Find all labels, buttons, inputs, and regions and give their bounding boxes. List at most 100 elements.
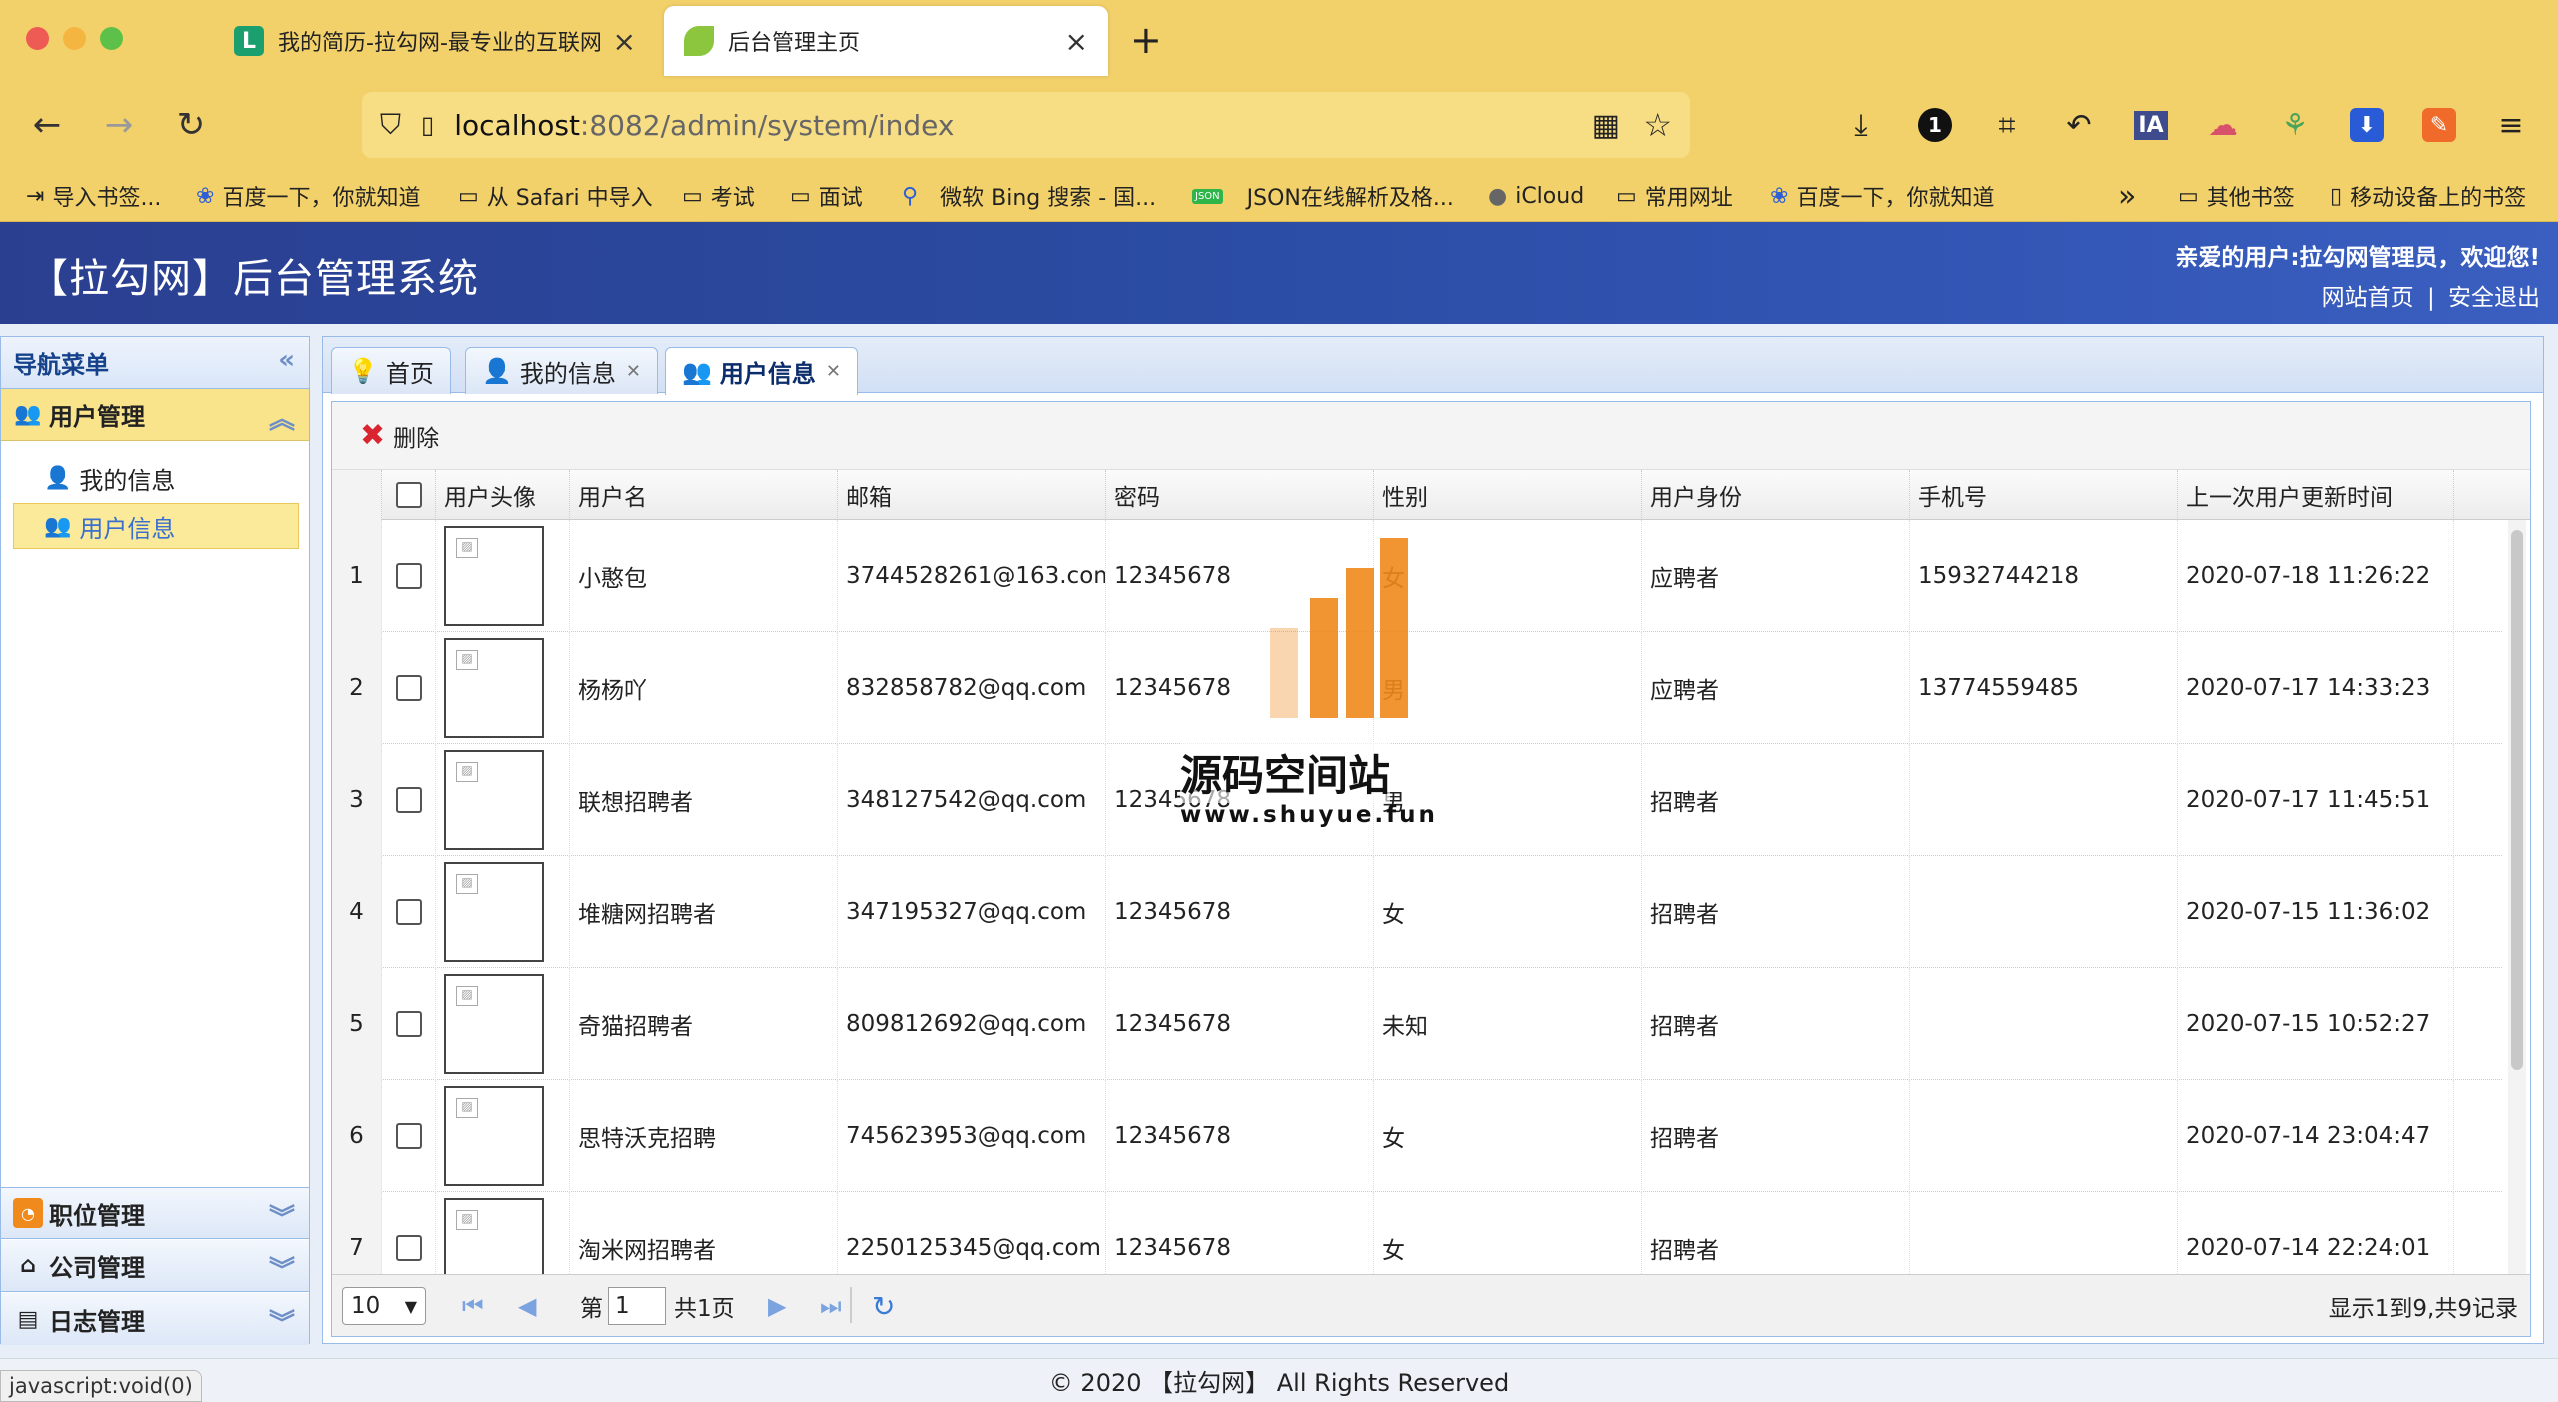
bookmark-item[interactable]: ▯ 移动设备上的书签	[2330, 178, 2526, 214]
page-size-select[interactable]: 10 ▼	[342, 1287, 426, 1325]
menu-icon[interactable]: ≡	[2488, 102, 2534, 148]
cell-n: 1	[332, 520, 382, 632]
bookmark-item[interactable]: ▭ 面试	[790, 178, 863, 214]
bookmark-item[interactable]: ▭ 考试	[682, 178, 755, 214]
browser-tab-admin[interactable]: 后台管理主页 ×	[664, 6, 1108, 76]
row-checkbox[interactable]	[395, 563, 422, 589]
table-row[interactable]: 7 ▨ 淘米网招聘者 2250125345@qq.com 12345678 女招聘者 202…	[332, 1192, 2502, 1274]
table-row[interactable]: 3 ▨ 联想招聘者 348127542@qq.com 12345678 男招聘者 2020-…	[332, 744, 2502, 856]
download-manager-icon[interactable]: ⬇	[2350, 108, 2384, 142]
onepassword-icon[interactable]: 1	[1918, 108, 1952, 142]
chevron-up-icon[interactable]: ︽	[269, 399, 295, 436]
sidebar-group-company-management[interactable]: ⌂ 公司管理 ︾	[1, 1240, 309, 1292]
column-header[interactable]: 用户头像	[436, 470, 570, 520]
page-number-input[interactable]: 1	[608, 1287, 666, 1325]
column-header[interactable]: 手机号	[1910, 470, 2178, 520]
chevron-down-icon[interactable]: ︾	[269, 1250, 295, 1287]
logout-link[interactable]: 安全退出	[2448, 285, 2540, 311]
ia-extension-icon[interactable]: IA	[2134, 110, 2168, 140]
row-checkbox[interactable]	[395, 1123, 422, 1149]
delete-icon[interactable]: ✖	[360, 418, 385, 453]
column-header[interactable]: 性别	[1374, 470, 1642, 520]
delete-button[interactable]: 删除	[393, 419, 439, 453]
chevron-down-icon[interactable]: ︾	[269, 1198, 295, 1235]
browser-tab-resume[interactable]: L 我的简历-拉勾网-最专业的互联网招聘 ×	[214, 6, 656, 76]
sidebar-item-user-info[interactable]: 👥 用户信息	[13, 503, 299, 549]
cell-sex: 女	[1374, 856, 1642, 968]
tab-user-info[interactable]: 👥 用户信息 ✕	[665, 347, 858, 395]
column-header[interactable]: 邮箱	[838, 470, 1106, 520]
row-checkbox[interactable]	[395, 787, 422, 813]
select-all-checkbox[interactable]	[395, 482, 422, 508]
column-header[interactable]: 用户身份	[1642, 470, 1910, 520]
maximize-window-icon[interactable]	[100, 27, 123, 50]
close-tab-icon[interactable]: ✕	[626, 361, 641, 382]
shield-icon[interactable]: ⛉	[380, 108, 401, 142]
table-row[interactable]: 2 ▨ 杨杨吖 832858782@qq.com 12345678 男应聘者 1377455…	[332, 632, 2502, 744]
map-extension-icon[interactable]: ⚘	[2272, 102, 2318, 148]
scrollbar-thumb[interactable]	[2511, 530, 2523, 1070]
prev-page-icon[interactable]: ◀	[518, 1287, 536, 1325]
new-tab-icon[interactable]: +	[1130, 18, 1162, 62]
tab-home[interactable]: 💡 首页	[331, 347, 451, 394]
page-icon[interactable]: ▯	[421, 111, 434, 139]
bookmark-item[interactable]: ⚲ 微软 Bing 搜索 - 国...	[902, 178, 1156, 214]
close-tab-icon[interactable]: ✕	[826, 361, 841, 382]
cloud-extension-icon[interactable]: ☁	[2200, 102, 2246, 148]
apple-icon: ●	[1488, 183, 1508, 209]
qr-code-icon[interactable]: ▦	[1592, 108, 1620, 143]
home-link[interactable]: 网站首页	[2322, 285, 2414, 311]
vertical-scrollbar[interactable]	[2508, 520, 2526, 1274]
sidebar-group-log-management[interactable]: ▤ 日志管理 ︾	[1, 1293, 309, 1345]
bookmark-item[interactable]: ❀ 百度一下，你就知道	[1770, 178, 1994, 214]
row-checkbox[interactable]	[395, 899, 422, 925]
more-bookmarks-icon[interactable]: »	[2118, 178, 2136, 214]
back-icon[interactable]: ←	[22, 100, 72, 150]
table-row[interactable]: 6 ▨ 思特沃克招聘 745623953@qq.com 12345678 女招聘者 2020…	[332, 1080, 2502, 1192]
bookmark-item[interactable]: ▭ 其他书签	[2178, 178, 2295, 214]
address-bar[interactable]: ⛉ ▯ localhost:8082/admin/system/index ▦ …	[362, 92, 1690, 158]
bookmark-item[interactable]: ⇥ 导入书签...	[26, 178, 161, 214]
last-page-icon[interactable]: ⏭	[820, 1287, 842, 1325]
row-checkbox[interactable]	[395, 1011, 422, 1037]
close-tab-icon[interactable]: ×	[613, 25, 636, 58]
tab-my-info[interactable]: 👤 我的信息 ✕	[465, 347, 658, 394]
bookmark-item[interactable]: JSON JSON在线解析及格...	[1192, 178, 1454, 214]
header-links: 网站首页 | 安全退出	[2321, 285, 2540, 311]
column-header[interactable]: 用户名	[570, 470, 838, 520]
bookmark-item[interactable]: ❀ 百度一下，你就知道	[196, 178, 420, 214]
table-row[interactable]: 1 ▨ 小憨包 3744528261@163.com 12345678 女应聘者 15932…	[332, 520, 2502, 632]
avatar-cell: ▨	[436, 968, 570, 1080]
column-header[interactable]: 密码	[1106, 470, 1374, 520]
crop-icon[interactable]: ⌗	[1984, 102, 2030, 148]
close-window-icon[interactable]	[26, 27, 49, 50]
download-icon[interactable]: ⤓	[1838, 102, 1884, 148]
table-row[interactable]: 4 ▨ 堆糖网招聘者 347195327@qq.com 12345678 女招聘者 2020…	[332, 856, 2502, 968]
forward-icon[interactable]: →	[94, 100, 144, 150]
collapse-sidebar-icon[interactable]: «	[278, 345, 295, 375]
cell-n: 5	[332, 968, 382, 1080]
row-checkbox[interactable]	[395, 675, 422, 701]
avatar: ▨	[444, 1198, 544, 1274]
bookmark-item[interactable]: ▭ 常用网址	[1616, 178, 1733, 214]
row-checkbox[interactable]	[395, 1235, 422, 1261]
undo-icon[interactable]: ↶	[2056, 102, 2102, 148]
first-page-icon[interactable]: ⏮	[462, 1287, 484, 1325]
next-page-icon[interactable]: ▶	[768, 1287, 786, 1325]
cell-phone	[1910, 1192, 2178, 1274]
refresh-icon[interactable]: ↻	[872, 1287, 895, 1325]
sidebar-group-job-management[interactable]: ◔ 职位管理 ︾	[1, 1187, 309, 1239]
bookmark-item[interactable]: ▭ 从 Safari 中导入	[458, 178, 653, 214]
minimize-window-icon[interactable]	[63, 27, 86, 50]
bookmark-star-icon[interactable]: ☆	[1643, 106, 1672, 144]
sidebar-group-user-management[interactable]: 👥 用户管理 ︽	[1, 389, 309, 441]
reload-icon[interactable]: ↻	[166, 100, 216, 150]
column-header[interactable]: 上一次用户更新时间	[2178, 470, 2454, 520]
sidebar-item-my-info[interactable]: 👤 我的信息	[13, 455, 299, 501]
close-tab-icon[interactable]: ×	[1065, 25, 1088, 58]
user-icon: 👤	[482, 357, 512, 385]
chevron-down-icon[interactable]: ︾	[269, 1303, 295, 1340]
table-row[interactable]: 5 ▨ 奇猫招聘者 809812692@qq.com 12345678 未知 招聘者 2020…	[332, 968, 2502, 1080]
bookmark-item[interactable]: ● iCloud	[1488, 178, 1584, 214]
postman-icon[interactable]: ✎	[2422, 108, 2456, 142]
